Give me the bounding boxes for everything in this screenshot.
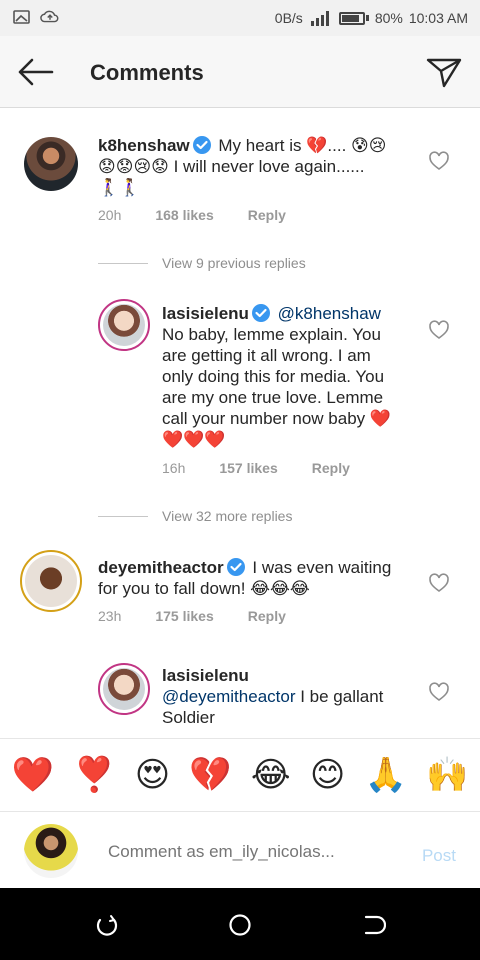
reply-button[interactable]: Reply [248, 608, 286, 624]
verified-badge-icon [251, 304, 270, 322]
comment-body: k8henshaw My heart is 💔.... 😰😢 😟😟😢😟 I wi… [98, 135, 418, 198]
comment-username[interactable]: k8henshaw [98, 136, 190, 155]
comment-likes[interactable]: 175 likes [155, 608, 213, 624]
view-replies-label[interactable]: View 32 more replies [162, 508, 292, 524]
comment-likes[interactable]: 168 likes [155, 207, 213, 223]
signal-icon [310, 11, 329, 26]
mention-link[interactable]: @deyemitheactor [162, 687, 296, 706]
emoji-raising-hands[interactable]: 🙌 [426, 755, 468, 795]
comment-username[interactable]: lasisielenu [162, 304, 249, 323]
comment-username[interactable]: lasisielenu [162, 666, 249, 685]
divider-line [98, 262, 148, 264]
comment-text: only doing this for media. You [162, 367, 385, 386]
comment-text: 😟😟😢😟 I will never love again...... [98, 157, 365, 176]
view-replies-label[interactable]: View 9 previous replies [162, 255, 306, 271]
like-heart-icon[interactable] [428, 151, 450, 171]
comment-body: deyemitheactor I was even waiting for yo… [98, 557, 418, 599]
avatar-deyemitheactor[interactable] [20, 550, 82, 612]
comment-text: 🚶‍♀️🚶‍♀️ [98, 178, 141, 197]
battery-level: 80% [374, 10, 403, 26]
like-heart-icon[interactable] [428, 573, 450, 593]
comment-username[interactable]: deyemitheactor [98, 558, 224, 577]
emoji-red-heart[interactable]: ❤️ [12, 755, 54, 795]
comment-text: call your number now baby ❤️ [162, 409, 392, 428]
emoji-broken-heart[interactable]: 💔 [189, 755, 231, 795]
comment-text: are getting it all wrong. I am [162, 346, 371, 365]
comment-text: No baby, lemme explain. You [162, 325, 381, 344]
divider-line [98, 515, 148, 517]
status-bar: 0B/s 80% 10:03 AM [0, 0, 480, 36]
avatar-lasisielenu[interactable] [98, 299, 150, 351]
send-direct-icon[interactable] [424, 54, 464, 90]
reply-button[interactable]: Reply [248, 207, 286, 223]
avatar-k8henshaw[interactable] [24, 137, 78, 191]
avatar-lasisielenu[interactable] [98, 663, 150, 715]
comment-composer: Post [0, 812, 480, 888]
view-previous-replies[interactable]: View 9 previous replies [98, 255, 306, 271]
view-more-replies[interactable]: View 32 more replies [98, 508, 292, 524]
comment-text: I be gallant [295, 687, 384, 706]
back-arrow-icon[interactable] [14, 54, 58, 90]
emoji-heart-eyes[interactable]: 😍 [135, 755, 170, 795]
comment-time: 20h [98, 207, 122, 223]
screenshot-icon [13, 10, 30, 24]
post-button[interactable]: Post [422, 846, 456, 866]
back-nav-icon[interactable] [360, 912, 386, 938]
system-nav-bar [0, 888, 480, 960]
comment-text: for you to fall down! 😂😂😂 [98, 579, 310, 598]
cloud-upload-icon [40, 10, 59, 23]
avatar-current-user [24, 824, 78, 878]
battery-icon [338, 11, 369, 25]
comment-meta: 23h 175 likes Reply [98, 608, 286, 624]
verified-badge-icon [226, 558, 245, 576]
comment-body: lasisielenu @k8henshaw No baby, lemme ex… [162, 303, 418, 450]
comment-text: are my one true love. Lemme [162, 388, 384, 407]
reply-button[interactable]: Reply [312, 460, 350, 476]
page-title: Comments [90, 60, 204, 85]
emoji-smiling[interactable]: 😊 [310, 755, 345, 795]
comments-header: Comments [0, 36, 480, 108]
like-heart-icon[interactable] [428, 320, 450, 340]
emoji-heart-exclamation[interactable]: ❣️ [73, 755, 115, 795]
emoji-tears-of-joy[interactable]: 😂 [251, 755, 291, 795]
comment-text: I was even waiting [252, 558, 392, 577]
comment-text: My heart is 💔.... 😰😢 [218, 136, 387, 155]
mention-link[interactable]: @k8henshaw [278, 304, 381, 323]
home-icon[interactable] [227, 912, 253, 938]
comment-text: ❤️❤️❤️ [162, 430, 226, 449]
like-heart-icon[interactable] [428, 682, 450, 702]
clock: 10:03 AM [408, 10, 468, 26]
quick-emoji-bar: ❤️ ❣️ 😍 💔 😂 😊 🙏 🙌 [0, 738, 480, 812]
data-rate: 0B/s [274, 10, 303, 26]
comment-input[interactable] [108, 842, 398, 862]
emoji-folded-hands[interactable]: 🙏 [364, 755, 406, 795]
comment-meta: 20h 168 likes Reply [98, 207, 286, 223]
comment-meta: 16h 157 likes Reply [162, 460, 350, 476]
comment-body: lasisielenu @deyemitheactor I be gallant… [162, 665, 418, 728]
comment-text: Soldier [162, 708, 215, 727]
verified-badge-icon [192, 136, 211, 154]
comment-likes[interactable]: 157 likes [219, 460, 277, 476]
recent-apps-icon[interactable] [94, 912, 120, 938]
comment-time: 16h [162, 460, 186, 476]
comment-time: 23h [98, 608, 122, 624]
